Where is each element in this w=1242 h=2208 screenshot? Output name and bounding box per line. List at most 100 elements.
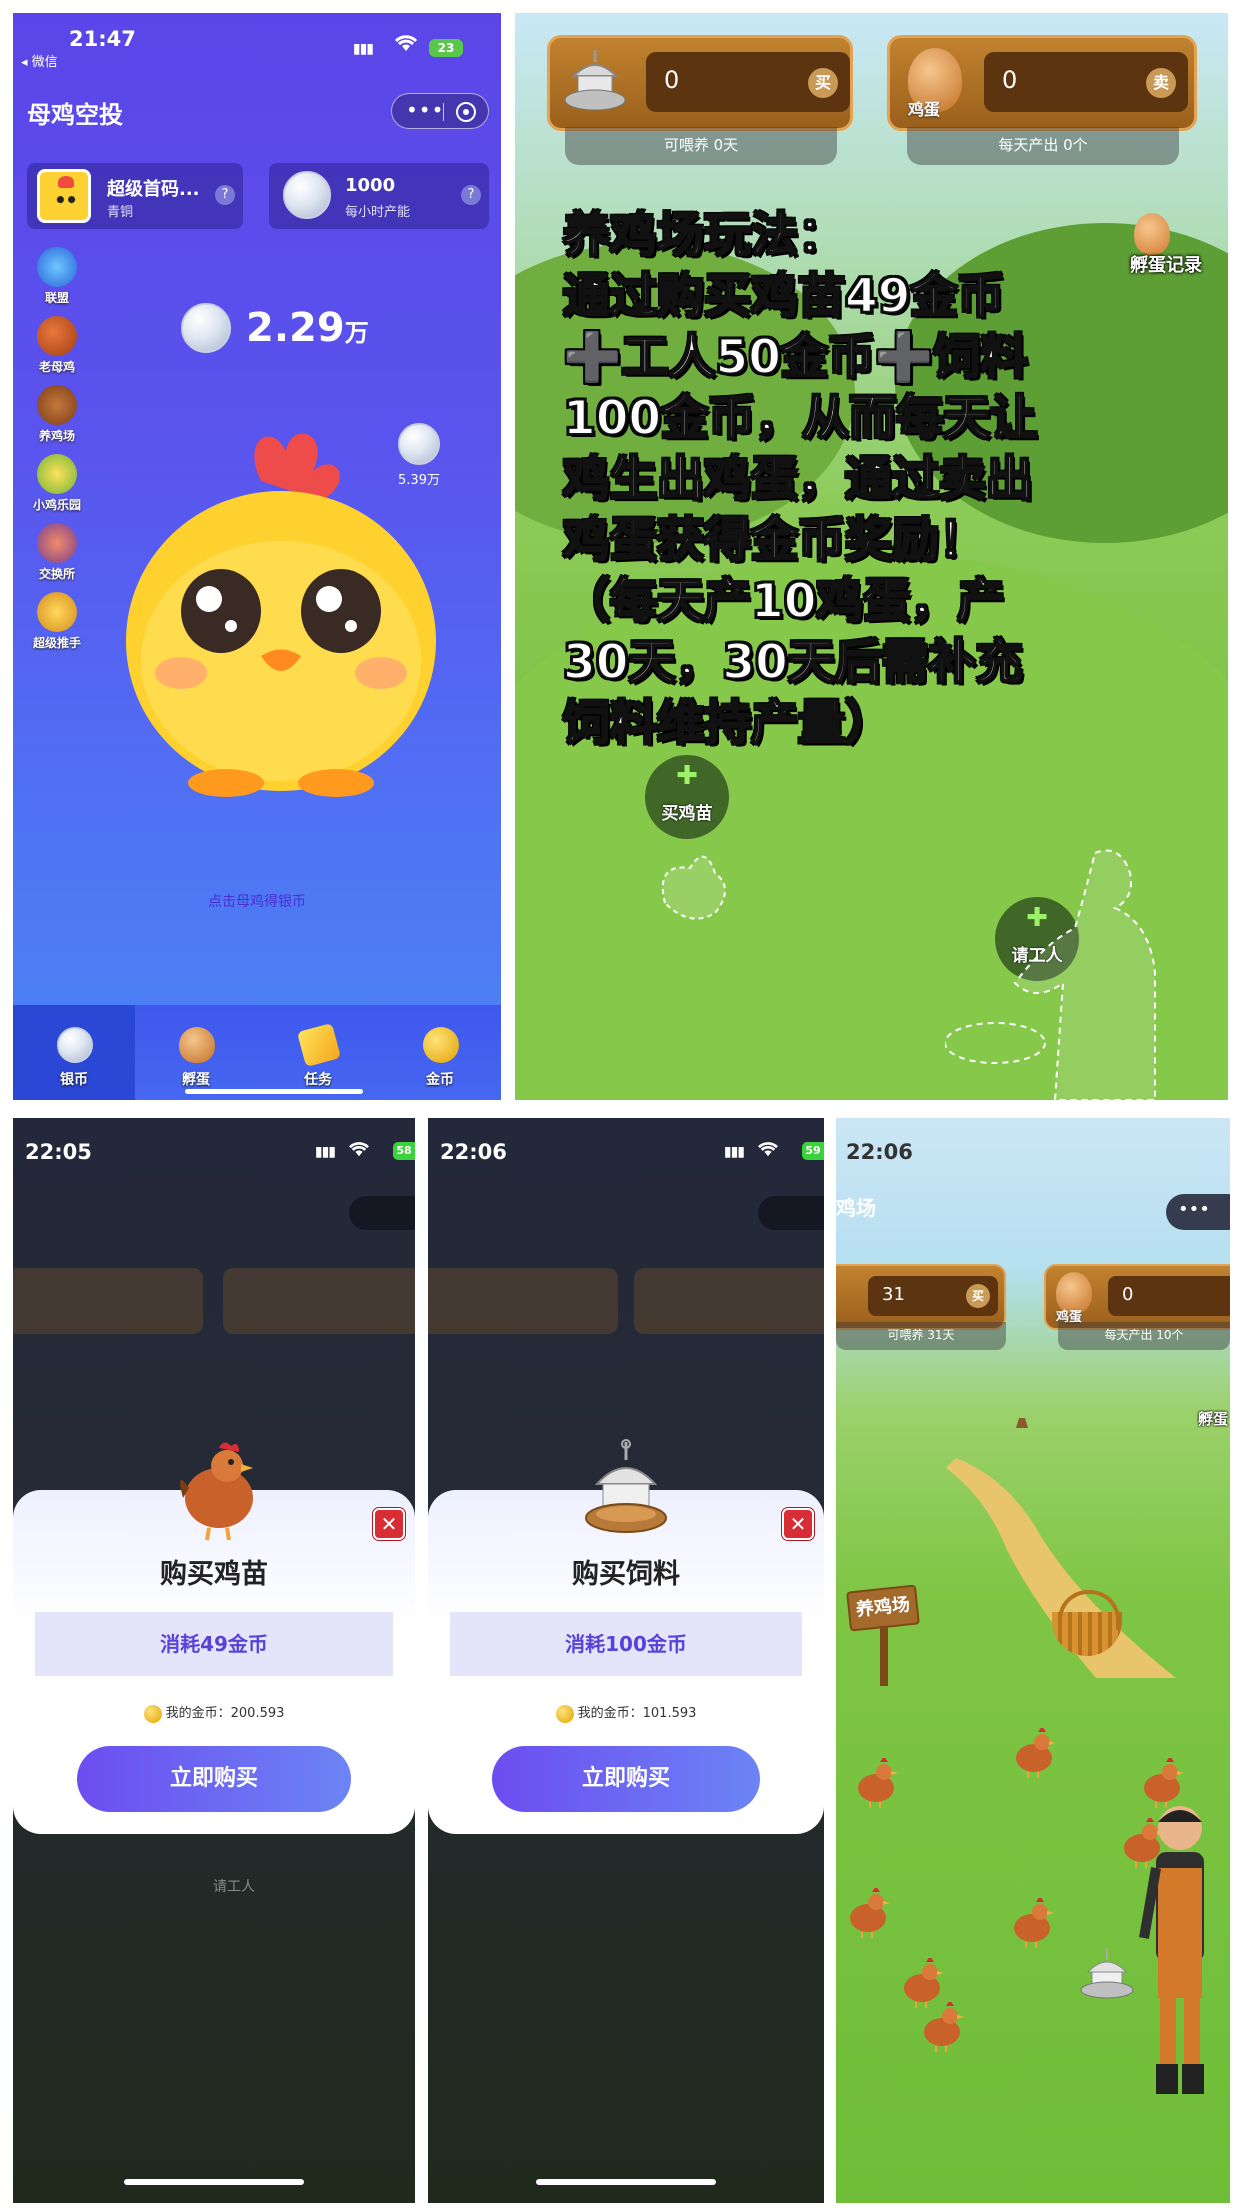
collage-root: 21:47 ◂ 微信 ▮▮▮ 23 母鸡空投 ••• 超级首码... 青铜 ? … — [0, 0, 1242, 2208]
rules-line: 鸡蛋获得金币奖励！ — [562, 512, 987, 569]
modal-title: 购买鸡苗 — [160, 1559, 268, 1590]
battery-icon: 59 — [802, 1142, 824, 1160]
egg-panel: 鸡蛋 0 卖 — [887, 35, 1197, 131]
buy-chick-label: 买鸡苗 — [661, 804, 713, 824]
side-item-label: 交换所 — [38, 567, 75, 581]
feed-field: 0 买 — [646, 52, 850, 112]
feeder-icon — [564, 50, 626, 111]
chicken-coop-icon — [37, 385, 77, 425]
home-indicator — [124, 2179, 304, 2185]
rules-line: 养鸡场玩法： — [562, 207, 846, 264]
cost-label: 消耗49金币 — [35, 1612, 393, 1676]
egg-field: 0 — [1108, 1276, 1230, 1316]
wifi-icon — [394, 35, 418, 51]
cost-label: 消耗100金币 — [450, 1612, 802, 1676]
rules-line: 30天，30天后需补充 — [562, 634, 1024, 691]
feed-field: 31 买 — [868, 1276, 998, 1316]
farmer-worker — [1139, 1806, 1204, 2094]
side-item-label: 养鸡场 — [38, 429, 75, 443]
miniprogram-capsule[interactable]: ••• — [391, 93, 489, 129]
buy-feed-modal-screen: 22:06 ▮▮▮ 59 ✕ 购买饲料 消耗100金币 我的金币：101.593… — [428, 1118, 824, 2203]
tap-hint: 点击母鸡得银币 — [208, 894, 306, 910]
production-card[interactable]: 1000 每小时产能 ? — [269, 163, 489, 229]
side-item-pusher[interactable]: 超级推手 — [27, 590, 87, 659]
tab-silver[interactable]: 银币 — [13, 1005, 135, 1100]
side-menu: 联盟 老母鸡 养鸡场 小鸡乐园 交换所 超级推手 — [27, 245, 87, 659]
rules-line: ➕工人50金币➕饲料 — [562, 329, 1028, 386]
more-icon[interactable]: ••• — [1178, 1199, 1210, 1220]
miniprogram-capsule[interactable] — [758, 1196, 824, 1230]
tab-hatch[interactable]: 孵蛋 — [135, 1005, 257, 1100]
rules-line: （每天产10鸡蛋，产 — [562, 573, 1005, 630]
close-button[interactable]: ✕ — [782, 1508, 814, 1540]
gold-coin-icon — [143, 1704, 162, 1723]
hen-icon — [858, 1758, 898, 1808]
user-card[interactable]: 超级首码... 青铜 ? — [27, 163, 243, 229]
tab-label: 孵蛋 — [182, 1072, 210, 1088]
status-time: 22:06 — [440, 1140, 507, 1164]
status-bar: 22:06 ▮▮▮ 59 — [428, 1118, 824, 1174]
user-level: 青铜 — [107, 205, 134, 220]
buy-now-button[interactable]: 立即购买 — [492, 1746, 760, 1812]
side-item-exchange[interactable]: 交换所 — [27, 521, 87, 590]
chick-mascot[interactable] — [121, 411, 441, 811]
tab-tasks[interactable]: 任务 — [257, 1005, 379, 1100]
feeder-icon — [1080, 1948, 1134, 1999]
battery-icon: 23 — [429, 39, 463, 57]
more-icon[interactable]: ••• — [406, 98, 444, 122]
farm-intro-screen: 0 买 可喂养 0天 鸡蛋 0 卖 每天产出 0个 孵蛋记录 ✚ 买鸡苗 ✚ 请… — [515, 13, 1228, 1100]
my-coins: 我的金币：101.593 — [428, 1702, 824, 1723]
trophy-icon — [37, 592, 77, 632]
rules-line: 通过购买鸡苗49金币 — [562, 268, 1005, 325]
buy-chick-button[interactable]: ✚ 买鸡苗 — [645, 755, 729, 839]
capsule-divider — [443, 103, 444, 121]
side-item-alliance[interactable]: 联盟 — [27, 245, 87, 314]
side-item-coop[interactable]: 养鸡场 — [27, 383, 87, 452]
tab-label: 任务 — [304, 1072, 332, 1088]
hen-icon — [850, 1888, 890, 1938]
exchange-shop-icon — [37, 523, 77, 563]
back-to-wechat[interactable]: ◂ 微信 — [21, 51, 58, 70]
egg-output-caption: 每天产出 10个 — [1058, 1322, 1230, 1350]
avatar — [37, 169, 91, 223]
status-time: 21:47 — [69, 27, 136, 51]
status-bar: 21:47 ◂ 微信 ▮▮▮ 23 — [13, 13, 501, 73]
dimmed-egg-panel — [223, 1268, 415, 1334]
status-time: 22:05 — [25, 1140, 92, 1164]
side-item-hen[interactable]: 老母鸡 — [27, 314, 87, 383]
signal-icon: ▮▮▮ — [314, 1144, 336, 1160]
hen-icon — [37, 316, 77, 356]
page-title: 母鸡空投 — [27, 101, 123, 129]
egg-icon — [179, 1027, 215, 1063]
side-item-label: 小鸡乐园 — [32, 498, 81, 512]
dimmed-hire-worker: 请工人 — [213, 1879, 255, 1895]
close-button[interactable]: ✕ — [373, 1508, 405, 1540]
help-icon[interactable]: ? — [215, 185, 235, 205]
my-coins: 我的金币：200.593 — [13, 1702, 415, 1723]
tab-gold[interactable]: 金币 — [379, 1005, 501, 1100]
hen-icon — [1014, 1898, 1054, 1948]
page-title: 鸡场 — [836, 1196, 876, 1220]
sell-eggs-button[interactable]: 卖 — [1146, 68, 1176, 98]
help-icon[interactable]: ? — [461, 185, 481, 205]
feed-days-caption: 可喂养 0天 — [565, 127, 837, 165]
close-miniprogram-icon[interactable] — [456, 102, 476, 122]
hen-icon — [924, 2002, 964, 2052]
chick-park-icon — [37, 454, 77, 494]
status-bar: 22:06 — [836, 1118, 1230, 1174]
buy-now-button[interactable]: 立即购买 — [77, 1746, 351, 1812]
miniprogram-capsule[interactable]: ••• — [1166, 1194, 1230, 1230]
buy-feed-button[interactable]: 买 — [966, 1284, 990, 1308]
hen-icon — [180, 1442, 253, 1541]
signal-icon: ▮▮▮ — [723, 1144, 745, 1160]
buy-feed-button[interactable]: 买 — [808, 68, 838, 98]
farm-active-screen: 22:06 鸡场 ••• 31 买 可喂养 31天 鸡蛋 0 每天产出 10个 … — [836, 1118, 1230, 2203]
feed-panel: 0 买 — [547, 35, 853, 131]
side-item-chick-park[interactable]: 小鸡乐园 — [27, 452, 87, 521]
farm-path-decoration — [946, 1418, 1176, 1678]
miniprogram-capsule[interactable] — [349, 1196, 415, 1230]
dimmed-feed-panel — [428, 1268, 618, 1334]
worker-placeholder-outline — [945, 849, 1156, 1100]
tab-bar: 银币 孵蛋 任务 金币 — [13, 1005, 501, 1100]
plus-icon: ✚ — [676, 761, 698, 791]
